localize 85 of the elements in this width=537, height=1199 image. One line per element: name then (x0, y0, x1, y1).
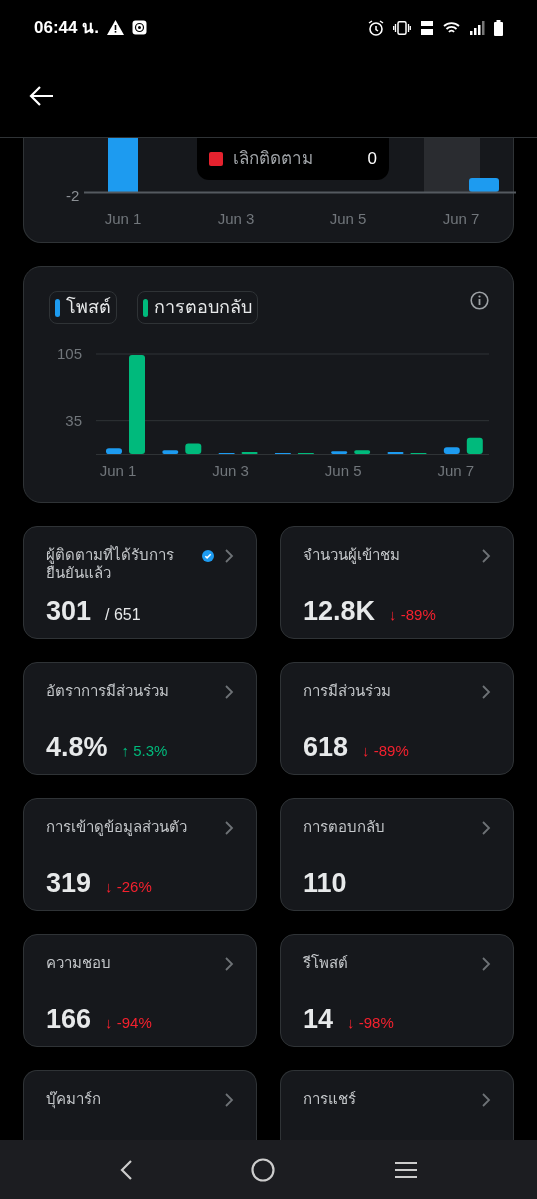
metric-title: การมีส่วนร่วม (303, 682, 392, 700)
metric-card[interactable]: การแชร์ (280, 1070, 514, 1140)
chevron-right-icon (224, 820, 234, 836)
axis-label: Jun 3 (212, 462, 249, 479)
chevron-right-icon (224, 548, 234, 564)
metric-card[interactable]: จำนวนผู้เข้าชม 12.8K ↓ -89% (280, 526, 514, 639)
metric-title: ผู้ติดตามที่ได้รับการยืนยันแล้ว (46, 546, 175, 582)
app-notification-icon (131, 20, 147, 35)
bar (443, 447, 460, 454)
legend-label: การตอบกลับ (154, 296, 252, 319)
metric-change: ↓ -89% (362, 741, 409, 761)
back-arrow-icon (28, 85, 54, 107)
status-time: 06:44 น. (34, 16, 99, 39)
battery-icon (494, 19, 503, 36)
metric-title: ความชอบ (46, 954, 112, 972)
volte-icon (420, 19, 434, 36)
metric-value: 618 (303, 731, 349, 764)
axis-label: Jun 3 (217, 209, 255, 229)
tooltip-value: 0 (367, 148, 377, 171)
alarm-icon (368, 19, 384, 36)
tooltip-label: เลิกติดตาม (233, 148, 314, 171)
chevron-right-icon (224, 1092, 234, 1108)
chevron-right-icon (481, 956, 491, 972)
metric-card[interactable]: บุ๊คมาร์ก (23, 1070, 257, 1140)
metric-value: 319 (46, 867, 92, 900)
bar (466, 437, 483, 454)
metric-title: การเข้าดูข้อมูลส่วนตัว (46, 818, 188, 836)
metric-value: 4.8% (46, 731, 108, 764)
chevron-right-icon (224, 684, 234, 700)
chevron-right-icon (481, 684, 491, 700)
metric-card[interactable]: การเข้าดูข้อมูลส่วนตัว 319 ↓ -26% (23, 798, 257, 911)
bar (354, 450, 371, 454)
bar (331, 451, 348, 454)
metric-title: อัตราการมีส่วนร่วม (46, 682, 170, 700)
metric-card[interactable]: อัตราการมีส่วนร่วม 4.8% ↑ 5.3% (23, 662, 257, 775)
axis-label: -2 (66, 186, 80, 206)
signal-icon (469, 20, 485, 35)
metric-title: การแชร์ (303, 1090, 357, 1108)
chevron-right-icon (481, 548, 491, 564)
recents-nav-icon[interactable] (393, 1159, 418, 1180)
vibrate-icon (393, 20, 411, 35)
axis-label: Jun 7 (437, 462, 475, 479)
axis-label: Jun 1 (104, 209, 142, 229)
bar (162, 450, 179, 454)
metric-value: 110 (303, 867, 347, 900)
chevron-right-icon (481, 1092, 491, 1108)
wifi-icon (443, 20, 460, 35)
metric-change: ↓ -89% (389, 605, 436, 625)
metric-card[interactable]: รีโพสต์ 14 ↓ -98% (280, 934, 514, 1047)
metric-change: ↓ -94% (105, 1013, 152, 1033)
chevron-right-icon (224, 956, 234, 972)
chevron-right-icon (481, 820, 491, 836)
axis-label: 35 (65, 411, 82, 429)
bar (185, 443, 202, 454)
metric-card[interactable]: การตอบกลับ 110 (280, 798, 514, 911)
warning-icon (106, 20, 124, 35)
metric-change: ↑ 5.3% (121, 741, 168, 761)
info-icon[interactable] (470, 291, 489, 310)
metric-value: 12.8K (303, 595, 376, 628)
bar (108, 138, 138, 192)
metric-change: ↓ -26% (105, 877, 152, 897)
metric-title: การตอบกลับ (303, 818, 386, 836)
axis-label: Jun 5 (324, 462, 362, 479)
metric-value: 301 (46, 595, 92, 628)
metric-card[interactable]: ผู้ติดตามที่ได้รับการยืนยันแล้ว 301 / 651 (23, 526, 257, 639)
back-nav-icon[interactable] (119, 1158, 134, 1181)
axis-label: 105 (56, 347, 82, 362)
metric-value: 166 (46, 1003, 92, 1036)
metric-value: 14 (303, 1003, 334, 1036)
metric-card[interactable]: การมีส่วนร่วม 618 ↓ -89% (280, 662, 514, 775)
bar (469, 178, 499, 192)
legend-label: โพสต์ (66, 295, 111, 319)
metric-change: ↓ -98% (347, 1013, 394, 1033)
metric-card[interactable]: ความชอบ 166 ↓ -94% (23, 934, 257, 1047)
axis-label: Jun 7 (442, 209, 480, 229)
legend-chip[interactable]: การตอบกลับ (137, 291, 258, 324)
axis-label: Jun 5 (329, 209, 367, 229)
home-nav-icon[interactable] (251, 1157, 276, 1182)
metric-total: / 651 (105, 605, 141, 625)
bar (106, 448, 122, 454)
metric-title: บุ๊คมาร์ก (46, 1090, 102, 1108)
axis-label: Jun 1 (99, 462, 137, 479)
legend-chip[interactable]: โพสต์ (49, 291, 117, 324)
metric-title: จำนวนผู้เข้าชม (303, 546, 401, 564)
metric-title: รีโพสต์ (303, 954, 349, 972)
